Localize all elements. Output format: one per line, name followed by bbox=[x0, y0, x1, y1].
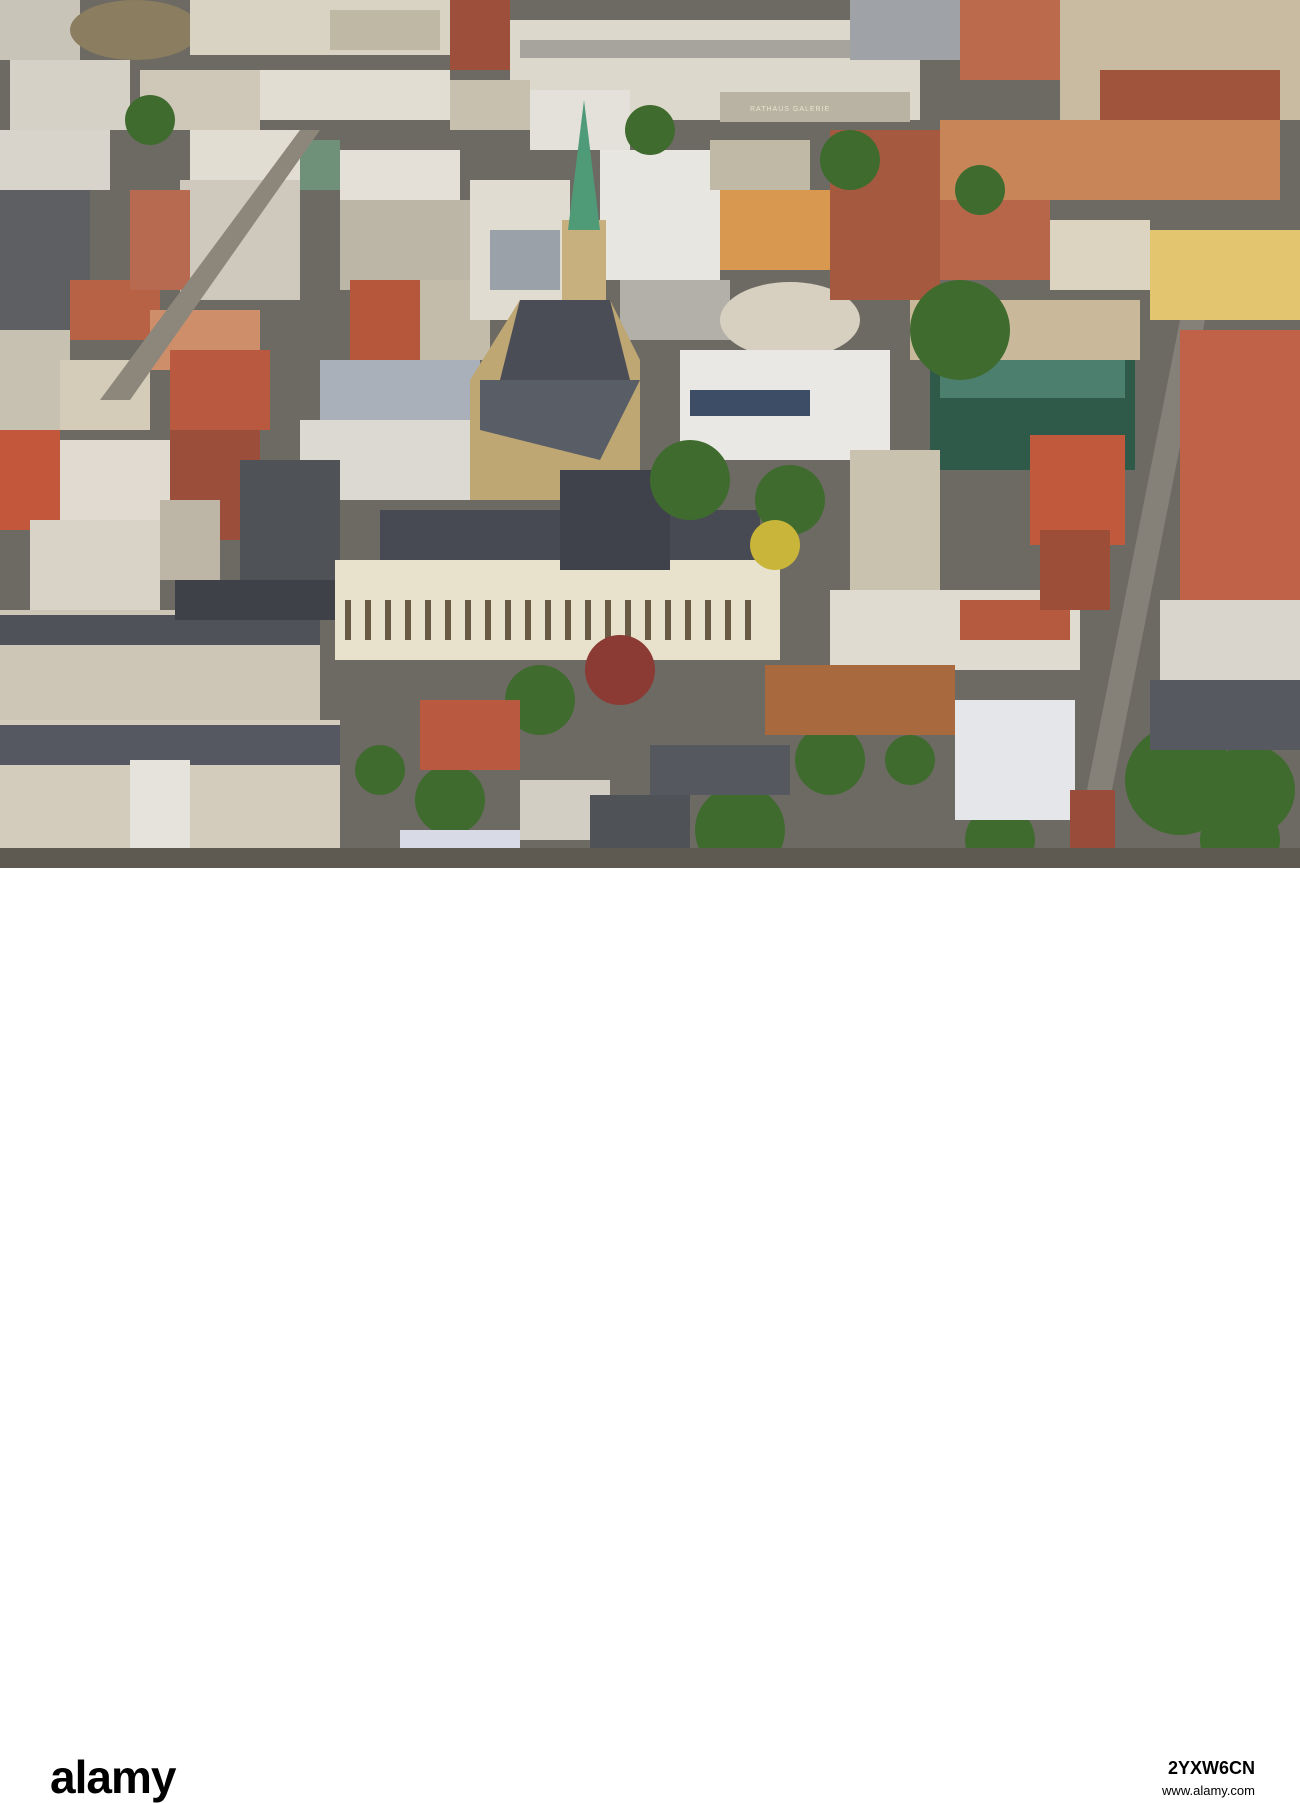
image-site: www.alamy.com bbox=[1162, 1783, 1255, 1798]
mall-sign: RATHAUS GALERIE bbox=[750, 106, 830, 113]
alamy-logo: alamy bbox=[50, 1751, 176, 1803]
watermark-footer: alamy 2YXW6CN www.alamy.com bbox=[0, 868, 1300, 1800]
aerial-city-photo: RATHAUS GALERIE bbox=[0, 0, 1300, 868]
street-south bbox=[0, 848, 1300, 868]
image-id: 2YXW6CN bbox=[1167, 1758, 1255, 1778]
aerial-city-illustration: RATHAUS GALERIE bbox=[0, 0, 1300, 868]
